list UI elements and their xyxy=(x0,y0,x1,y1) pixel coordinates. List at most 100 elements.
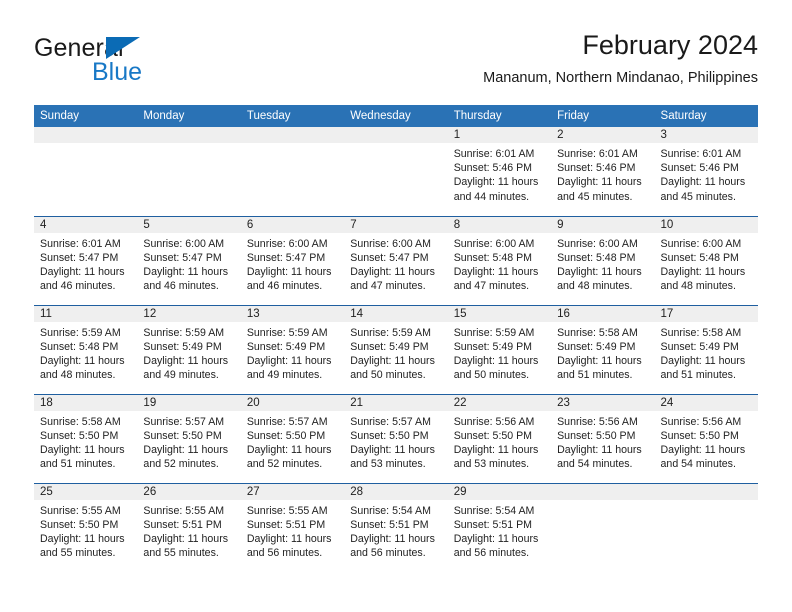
daylight-duration-line1: Daylight: 11 hours xyxy=(453,443,539,456)
day-details: Sunrise: 5:56 AM Sunset: 5:50 PM Daylight:… xyxy=(655,411,758,472)
calendar-day-cell-empty xyxy=(654,482,758,572)
calendar-day-cell[interactable]: 6 Sunrise: 6:00 AM Sunset: 5:47 PM Daylight… xyxy=(240,215,345,305)
daylight-duration-line2: and 46 minutes. xyxy=(246,280,323,293)
daylight-duration-line1: Daylight: 11 hours xyxy=(246,354,332,367)
sunrise-time: Sunrise: 5:59 AM xyxy=(143,326,225,339)
sunrise-time: Sunrise: 5:59 AM xyxy=(40,326,121,339)
calendar-day-cell[interactable]: 20 Sunrise: 5:57 AM Sunset: 5:50 PM Dayligh… xyxy=(240,393,345,483)
calendar-day-cell[interactable]: 4 Sunrise: 6:01 AM Sunset: 5:47 PM Daylight… xyxy=(34,215,138,305)
day-details: Sunrise: 6:01 AM Sunset: 5:46 PM Daylight:… xyxy=(448,143,551,204)
daylight-duration-line1: Daylight: 11 hours xyxy=(40,354,125,367)
sunset-time: Sunset: 5:49 PM xyxy=(246,340,326,353)
calendar-day-cell[interactable]: 24 Sunrise: 5:56 AM Sunset: 5:50 PM Dayligh… xyxy=(654,393,758,483)
brand-logo[interactable]: General Blue xyxy=(34,34,264,90)
sunset-time: Sunset: 5:50 PM xyxy=(453,429,533,442)
sunset-time: Sunset: 5:50 PM xyxy=(246,429,326,442)
day-number: 1 xyxy=(447,127,552,143)
calendar-day-cell[interactable]: 7 Sunrise: 6:00 AM Sunset: 5:47 PM Daylight… xyxy=(344,215,448,305)
daylight-duration-line2: and 54 minutes. xyxy=(557,458,633,471)
calendar-day-cell[interactable]: 10 Sunrise: 6:00 AM Sunset: 5:48 PM Dayligh… xyxy=(654,215,758,305)
day-number: 26 xyxy=(137,483,241,500)
daylight-duration-line2: and 52 minutes. xyxy=(143,458,219,471)
day-number-placeholder xyxy=(34,127,138,143)
calendar-day-cell[interactable]: 3 Sunrise: 6:01 AM Sunset: 5:46 PM Daylight… xyxy=(654,127,758,216)
weekday-header-tuesday: Tuesday xyxy=(240,105,345,127)
sunset-time: Sunset: 5:50 PM xyxy=(143,429,222,442)
day-number: 9 xyxy=(551,216,655,233)
calendar-day-cell[interactable]: 15 Sunrise: 5:59 AM Sunset: 5:49 PM Dayligh… xyxy=(447,304,552,394)
day-details: Sunrise: 5:58 AM Sunset: 5:50 PM Daylight:… xyxy=(34,411,137,472)
calendar-day-cell[interactable]: 2 Sunrise: 6:01 AM Sunset: 5:46 PM Daylight… xyxy=(551,127,655,216)
day-details: Sunrise: 5:59 AM Sunset: 5:48 PM Daylight:… xyxy=(34,322,137,383)
day-details: Sunrise: 5:56 AM Sunset: 5:50 PM Daylight:… xyxy=(551,411,654,472)
day-number: 17 xyxy=(654,305,758,322)
weekday-header-monday: Monday xyxy=(137,105,241,127)
daylight-duration-line2: and 56 minutes. xyxy=(350,547,426,560)
daylight-duration-line2: and 53 minutes. xyxy=(453,458,530,471)
calendar-day-cell[interactable]: 14 Sunrise: 5:59 AM Sunset: 5:49 PM Dayligh… xyxy=(344,304,448,394)
sunset-time: Sunset: 5:47 PM xyxy=(40,251,119,264)
calendar-week-row: 4 Sunrise: 6:01 AM Sunset: 5:47 PM Daylight… xyxy=(34,215,758,305)
day-number: 6 xyxy=(240,216,345,233)
day-details: Sunrise: 5:56 AM Sunset: 5:50 PM Daylight:… xyxy=(448,411,551,472)
daylight-duration-line1: Daylight: 11 hours xyxy=(453,354,539,367)
sunset-time: Sunset: 5:49 PM xyxy=(143,340,222,353)
calendar-day-cell[interactable]: 23 Sunrise: 5:56 AM Sunset: 5:50 PM Dayligh… xyxy=(551,393,655,483)
daylight-duration-line1: Daylight: 11 hours xyxy=(350,354,435,367)
calendar-day-cell[interactable]: 13 Sunrise: 5:59 AM Sunset: 5:49 PM Dayligh… xyxy=(240,304,345,394)
calendar-day-cell[interactable]: 5 Sunrise: 6:00 AM Sunset: 5:47 PM Daylight… xyxy=(137,215,241,305)
sunset-time: Sunset: 5:48 PM xyxy=(40,340,119,353)
day-number: 25 xyxy=(34,483,138,500)
day-number: 24 xyxy=(654,394,758,411)
daylight-duration-line2: and 51 minutes. xyxy=(557,369,633,382)
weekday-header-wednesday: Wednesday xyxy=(344,105,448,127)
calendar-day-cell[interactable]: 28 Sunrise: 5:54 AM Sunset: 5:51 PM Dayligh… xyxy=(344,482,448,572)
day-number-placeholder xyxy=(137,127,241,143)
day-number: 2 xyxy=(551,127,655,143)
calendar-day-cell[interactable]: 22 Sunrise: 5:56 AM Sunset: 5:50 PM Dayligh… xyxy=(447,393,552,483)
calendar-day-cell[interactable]: 1 Sunrise: 6:01 AM Sunset: 5:46 PM Daylight… xyxy=(447,127,552,216)
daylight-duration-line1: Daylight: 11 hours xyxy=(350,265,435,278)
day-details: Sunrise: 6:01 AM Sunset: 5:47 PM Daylight:… xyxy=(34,233,137,294)
daylight-duration-line2: and 50 minutes. xyxy=(453,369,530,382)
sunrise-time: Sunrise: 6:01 AM xyxy=(453,148,535,160)
calendar-day-cell[interactable]: 12 Sunrise: 5:59 AM Sunset: 5:49 PM Dayligh… xyxy=(137,304,241,394)
sunrise-time: Sunrise: 6:01 AM xyxy=(40,237,121,250)
daylight-duration-line1: Daylight: 11 hours xyxy=(660,265,746,278)
daylight-duration-line2: and 47 minutes. xyxy=(453,280,530,293)
calendar-day-cell[interactable]: 29 Sunrise: 5:54 AM Sunset: 5:51 PM Dayligh… xyxy=(447,482,552,572)
day-number: 15 xyxy=(447,305,552,322)
sunrise-time: Sunrise: 6:01 AM xyxy=(557,148,638,160)
calendar-day-cell[interactable]: 25 Sunrise: 5:55 AM Sunset: 5:50 PM Dayligh… xyxy=(34,482,138,572)
calendar-page: General Blue February 2024 Mananum, Nort… xyxy=(0,0,792,612)
daylight-duration-line1: Daylight: 11 hours xyxy=(453,265,539,278)
daylight-duration-line1: Daylight: 11 hours xyxy=(143,532,229,545)
page-title: February 2024 xyxy=(582,30,758,60)
calendar-day-cell[interactable]: 8 Sunrise: 6:00 AM Sunset: 5:48 PM Daylight… xyxy=(447,215,552,305)
sunrise-time: Sunrise: 6:00 AM xyxy=(246,237,328,250)
daylight-duration-line1: Daylight: 11 hours xyxy=(143,354,229,367)
day-number: 8 xyxy=(447,216,552,233)
calendar-day-cell[interactable]: 9 Sunrise: 6:00 AM Sunset: 5:48 PM Daylight… xyxy=(551,215,655,305)
day-number: 18 xyxy=(34,394,138,411)
calendar-day-cell[interactable]: 19 Sunrise: 5:57 AM Sunset: 5:50 PM Dayligh… xyxy=(137,393,241,483)
calendar-day-cell[interactable]: 18 Sunrise: 5:58 AM Sunset: 5:50 PM Dayligh… xyxy=(34,393,138,483)
calendar-day-cell[interactable]: 27 Sunrise: 5:55 AM Sunset: 5:51 PM Dayligh… xyxy=(240,482,345,572)
calendar-day-cell[interactable]: 11 Sunrise: 5:59 AM Sunset: 5:48 PM Dayligh… xyxy=(34,304,138,394)
sunset-time: Sunset: 5:51 PM xyxy=(246,518,326,531)
sunrise-time: Sunrise: 6:00 AM xyxy=(557,237,638,250)
title-block: February 2024 Mananum, Northern Mindanao… xyxy=(483,28,758,89)
calendar-day-cell[interactable]: 16 Sunrise: 5:58 AM Sunset: 5:49 PM Dayligh… xyxy=(551,304,655,394)
sunset-time: Sunset: 5:46 PM xyxy=(557,162,636,175)
sunrise-time: Sunrise: 5:55 AM xyxy=(143,504,225,517)
daylight-duration-line1: Daylight: 11 hours xyxy=(350,443,435,456)
calendar-day-cell[interactable]: 17 Sunrise: 5:58 AM Sunset: 5:49 PM Dayligh… xyxy=(654,304,758,394)
day-details: Sunrise: 5:54 AM Sunset: 5:51 PM Daylight:… xyxy=(448,500,551,561)
calendar-day-cell[interactable]: 26 Sunrise: 5:55 AM Sunset: 5:51 PM Dayligh… xyxy=(137,482,241,572)
day-details: Sunrise: 5:58 AM Sunset: 5:49 PM Daylight:… xyxy=(551,322,654,383)
calendar-day-cell[interactable]: 21 Sunrise: 5:57 AM Sunset: 5:50 PM Dayligh… xyxy=(344,393,448,483)
daylight-duration-line2: and 47 minutes. xyxy=(350,280,426,293)
sunset-time: Sunset: 5:46 PM xyxy=(660,162,739,175)
daylight-duration-line1: Daylight: 11 hours xyxy=(350,532,435,545)
sunrise-time: Sunrise: 5:59 AM xyxy=(246,326,328,339)
